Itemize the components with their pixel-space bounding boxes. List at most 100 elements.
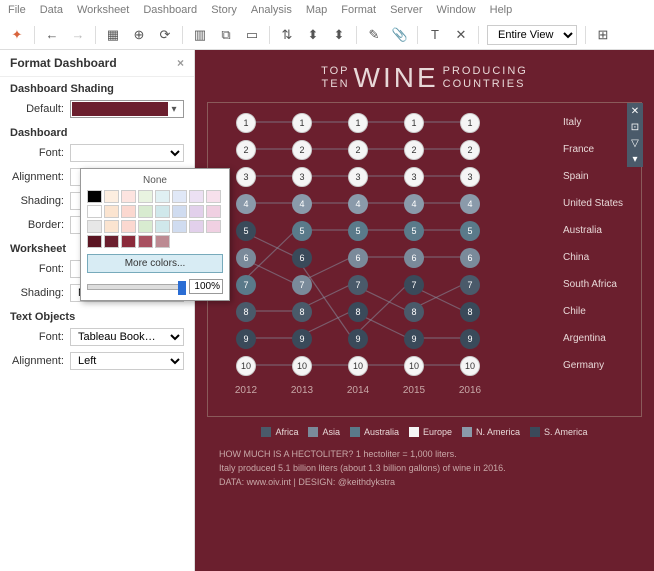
rank-node[interactable]: 9 [236, 329, 256, 349]
rank-node[interactable]: 1 [348, 113, 368, 133]
color-cell[interactable] [104, 235, 119, 248]
rank-node[interactable]: 7 [292, 275, 312, 295]
rank-node[interactable]: 6 [404, 248, 424, 268]
highlight-icon[interactable]: ✎ [365, 26, 383, 44]
rank-node[interactable]: 1 [460, 113, 480, 133]
color-cell[interactable] [87, 235, 102, 248]
fix-axes-icon[interactable]: ✕ [452, 26, 470, 44]
rank-node[interactable]: 3 [460, 167, 480, 187]
rank-node[interactable]: 3 [404, 167, 424, 187]
color-cell[interactable] [121, 205, 136, 218]
rank-node[interactable]: 1 [292, 113, 312, 133]
rank-node[interactable]: 3 [292, 167, 312, 187]
sort-desc-icon[interactable]: ⬍ [330, 26, 348, 44]
color-cell[interactable] [155, 220, 170, 233]
rank-node[interactable]: 3 [236, 167, 256, 187]
pin-icon[interactable]: ⊡ [627, 119, 643, 135]
color-cell[interactable] [189, 205, 204, 218]
rank-node[interactable]: 5 [460, 221, 480, 241]
color-cell[interactable] [104, 190, 119, 203]
rank-node[interactable]: 10 [236, 356, 256, 376]
rank-node[interactable]: 10 [404, 356, 424, 376]
menu-data[interactable]: Data [40, 4, 63, 16]
color-cell[interactable] [189, 190, 204, 203]
new-data-icon[interactable]: ⊕ [130, 26, 148, 44]
rank-node[interactable]: 9 [404, 329, 424, 349]
rank-node[interactable]: 7 [236, 275, 256, 295]
color-cell[interactable] [172, 205, 187, 218]
close-viz-icon[interactable]: ✕ [627, 103, 643, 119]
rank-node[interactable]: 5 [404, 221, 424, 241]
menu-map[interactable]: Map [306, 4, 327, 16]
rank-node[interactable]: 8 [460, 302, 480, 322]
rank-node[interactable]: 4 [404, 194, 424, 214]
duplicate-icon[interactable]: ⧉ [217, 26, 235, 44]
color-cell[interactable] [104, 205, 119, 218]
rank-node[interactable]: 2 [460, 140, 480, 160]
label-icon[interactable]: T [426, 26, 444, 44]
color-cell[interactable] [206, 235, 221, 248]
attach-icon[interactable]: 📎 [391, 26, 409, 44]
clear-icon[interactable]: ▭ [243, 26, 261, 44]
rank-node[interactable]: 2 [236, 140, 256, 160]
rank-node[interactable]: 7 [348, 275, 368, 295]
rank-node[interactable]: 7 [404, 275, 424, 295]
rank-node[interactable]: 5 [292, 221, 312, 241]
refresh-icon[interactable]: ⟳ [156, 26, 174, 44]
menu-dashboard[interactable]: Dashboard [143, 4, 197, 16]
color-cell[interactable] [121, 220, 136, 233]
rank-node[interactable]: 10 [292, 356, 312, 376]
rank-node[interactable]: 6 [292, 248, 312, 268]
rank-node[interactable]: 5 [236, 221, 256, 241]
more-colors-button[interactable]: More colors... [87, 254, 223, 273]
show-cards-icon[interactable]: ⊞ [594, 26, 612, 44]
close-icon[interactable]: × [177, 56, 184, 70]
rank-node[interactable]: 1 [404, 113, 424, 133]
rank-node[interactable]: 9 [460, 329, 480, 349]
opacity-input[interactable] [189, 279, 223, 294]
color-cell[interactable] [138, 235, 153, 248]
slider-thumb-icon[interactable] [178, 281, 186, 295]
default-color-button[interactable]: ▾ [70, 100, 184, 118]
color-cell[interactable] [206, 205, 221, 218]
menu-story[interactable]: Story [211, 4, 237, 16]
color-cell[interactable] [206, 220, 221, 233]
rank-node[interactable]: 2 [348, 140, 368, 160]
rank-node[interactable]: 2 [292, 140, 312, 160]
rank-node[interactable]: 4 [236, 194, 256, 214]
to-align-select[interactable]: Left [70, 352, 184, 370]
menu-format[interactable]: Format [341, 4, 376, 16]
color-cell[interactable] [87, 220, 102, 233]
save-icon[interactable]: ▦ [104, 26, 122, 44]
color-cell[interactable] [138, 190, 153, 203]
color-cell[interactable] [121, 235, 136, 248]
color-cell[interactable] [189, 220, 204, 233]
rank-node[interactable]: 6 [348, 248, 368, 268]
fit-view-select[interactable]: Entire View [487, 25, 577, 45]
rank-node[interactable]: 10 [348, 356, 368, 376]
color-cell[interactable] [189, 235, 204, 248]
menu-file[interactable]: File [8, 4, 26, 16]
rank-node[interactable]: 3 [348, 167, 368, 187]
color-cell[interactable] [155, 235, 170, 248]
rank-node[interactable]: 2 [404, 140, 424, 160]
rank-node[interactable]: 7 [460, 275, 480, 295]
rank-node[interactable]: 8 [292, 302, 312, 322]
color-none-label[interactable]: None [85, 173, 225, 188]
to-font-select[interactable]: Tableau Book… [70, 328, 184, 346]
rank-node[interactable]: 4 [348, 194, 368, 214]
rank-node[interactable]: 8 [404, 302, 424, 322]
rank-node[interactable]: 8 [348, 302, 368, 322]
color-cell[interactable] [155, 205, 170, 218]
rank-node[interactable]: 5 [348, 221, 368, 241]
color-cell[interactable] [121, 190, 136, 203]
rank-node[interactable]: 4 [460, 194, 480, 214]
rank-node[interactable]: 9 [348, 329, 368, 349]
menu-help[interactable]: Help [490, 4, 513, 16]
db-font-select[interactable] [70, 144, 184, 162]
color-cell[interactable] [138, 220, 153, 233]
color-cell[interactable] [172, 220, 187, 233]
color-cell[interactable] [138, 205, 153, 218]
menu-window[interactable]: Window [437, 4, 476, 16]
color-cell[interactable] [104, 220, 119, 233]
